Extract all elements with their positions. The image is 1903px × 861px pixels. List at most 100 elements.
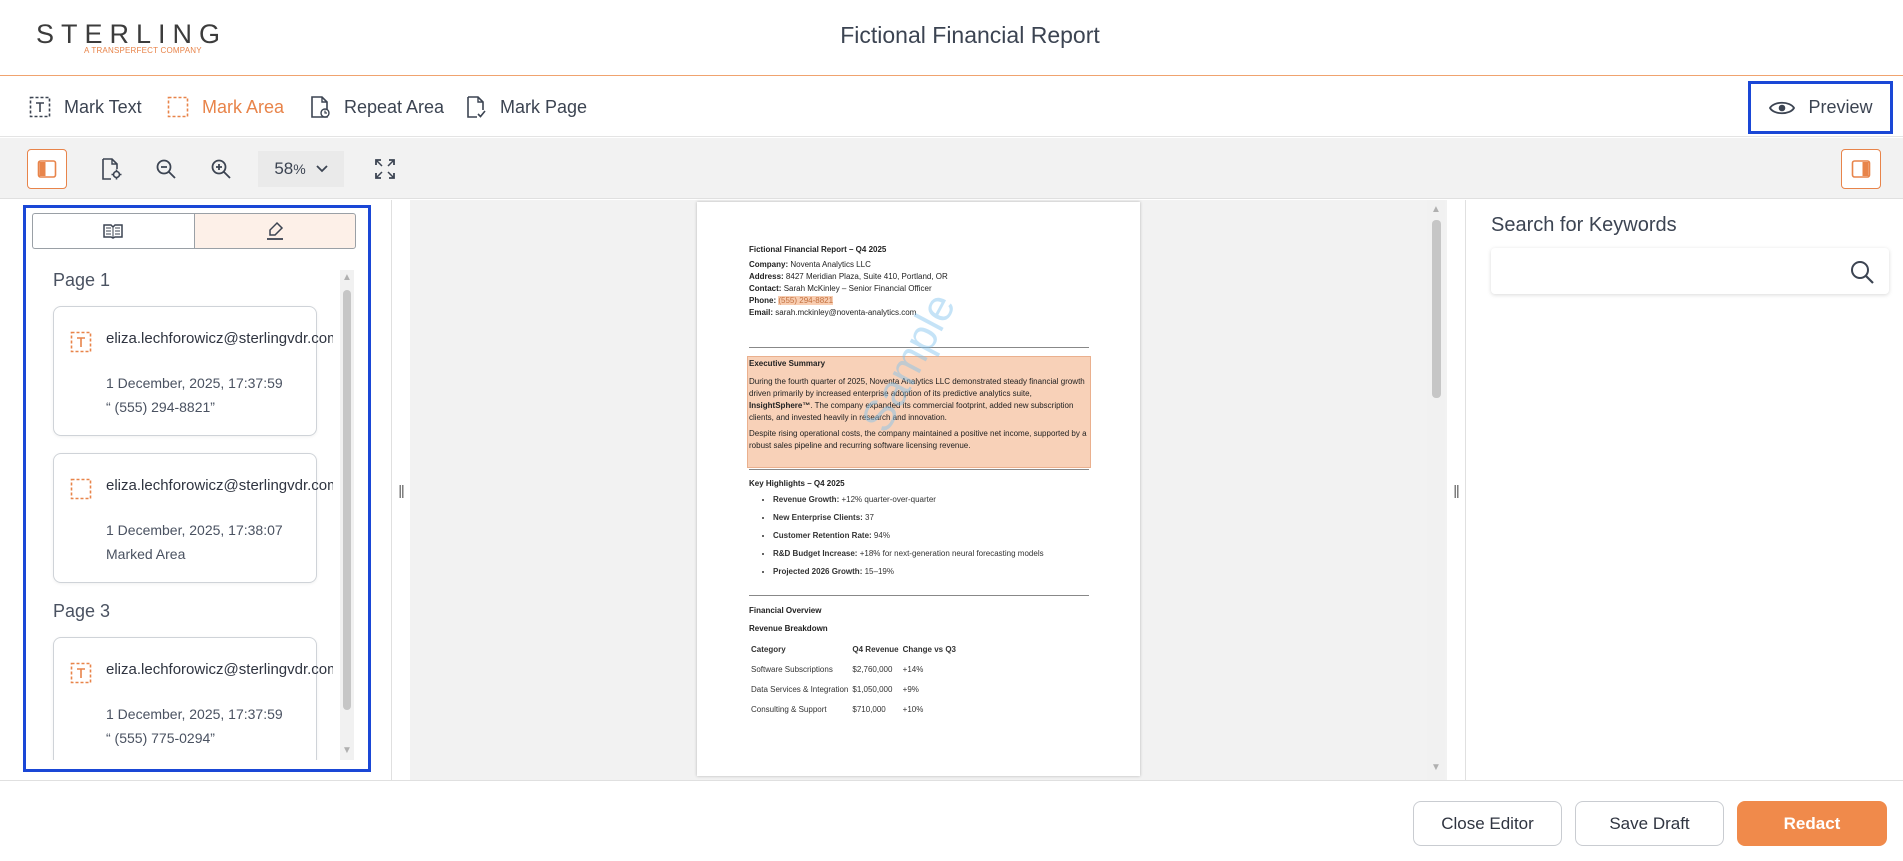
table-row: Data Services & Integration $1,050,000 +… <box>749 679 958 699</box>
annotation-scrollbar[interactable]: ▲ ▼ <box>340 270 354 760</box>
mark-text-tool[interactable]: Mark Text <box>28 94 142 120</box>
annotation-card[interactable]: eliza.lechforowicz@sterlingvdr.com 1 Dec… <box>53 637 333 760</box>
divider <box>749 595 1089 596</box>
eye-icon <box>1768 98 1796 118</box>
document-scrollbar[interactable]: ▲ ▼ <box>1427 200 1445 780</box>
annotation-detail: Marked Area <box>106 546 186 562</box>
exec-paragraph-2: Despite rising operational costs, the co… <box>749 429 1087 450</box>
scroll-up-arrow[interactable]: ▲ <box>341 272 353 284</box>
highlights-heading: Key Highlights – Q4 2025 <box>749 479 845 488</box>
fit-screen-icon <box>375 159 395 179</box>
annotations-tab[interactable] <box>193 213 356 249</box>
annotation-timestamp: 1 December, 2025, 17:38:07 <box>106 522 283 538</box>
annotation-card[interactable]: eliza.lechforowicz@sterlingvdr.com 1 Dec… <box>53 453 333 583</box>
annotations-panel: Page 1 eliza.lechforowicz@sterlingvdr.co… <box>0 200 392 780</box>
view-toolbar: 58% <box>0 138 1903 199</box>
toggle-left-panel-button[interactable] <box>27 149 67 189</box>
document-viewer: || Fictional Financial Report – Q4 2025 … <box>392 200 1465 780</box>
redact-button[interactable]: Redact <box>1737 801 1887 846</box>
doc-company: Company: Noventa Analytics LLC <box>749 260 871 269</box>
annotation-card[interactable]: eliza.lechforowicz@sterlingvdr.com 1 Dec… <box>53 306 333 436</box>
table-row: Software Subscriptions $2,760,000 +14% <box>749 659 958 679</box>
page-heading: Page 1 <box>53 270 111 290</box>
mark-text-icon <box>70 331 92 353</box>
scroll-up-arrow[interactable]: ▲ <box>1430 204 1442 216</box>
right-panel-icon <box>1851 160 1871 178</box>
mark-area-icon <box>166 95 190 119</box>
doc-address: Address: 8427 Meridian Plaza, Suite 410,… <box>749 272 948 281</box>
table-row: Consulting & Support $710,000 +10% <box>749 699 958 719</box>
close-editor-button[interactable]: Close Editor <box>1413 801 1562 846</box>
table-header: Category <box>751 644 786 654</box>
highlight-item: Revenue Growth: +12% quarter-over-quarte… <box>773 491 1044 509</box>
left-splitter-handle[interactable]: || <box>392 200 410 780</box>
mark-area-label: Mark Area <box>202 96 285 117</box>
annotation-detail: “ (555) 775-0294” <box>106 730 215 746</box>
divider <box>749 469 1089 470</box>
rev-heading: Revenue Breakdown <box>749 624 828 633</box>
scroll-down-arrow[interactable]: ▼ <box>341 745 353 757</box>
table-cell: $1,050,000 <box>852 684 893 694</box>
zoom-out-button[interactable] <box>146 149 186 189</box>
table-header: Q4 Revenue <box>852 644 899 654</box>
highlight-item: R&D Budget Increase: +18% for next-gener… <box>773 545 1044 563</box>
zoom-out-icon <box>156 159 176 179</box>
zoom-in-button[interactable] <box>201 149 241 189</box>
mark-page-tool[interactable]: Mark Page <box>464 94 587 120</box>
save-draft-button[interactable]: Save Draft <box>1575 801 1724 846</box>
document-page[interactable]: Fictional Financial Report – Q4 2025 Com… <box>697 202 1140 776</box>
left-panel-icon <box>37 160 57 178</box>
annotation-list: Page 1 eliza.lechforowicz@sterlingvdr.co… <box>33 262 333 760</box>
document-settings-button[interactable] <box>91 149 131 189</box>
annotation-user: eliza.lechforowicz@sterlingvdr.com <box>106 330 333 347</box>
table-cell: +14% <box>902 664 924 674</box>
annotation-detail: “ (555) 294-8821” <box>106 399 215 415</box>
table-header-row: Category Q4 Revenue Change vs Q3 <box>749 639 958 659</box>
document-settings-icon <box>102 158 122 180</box>
highlight-item: New Enterprise Clients: 37 <box>773 509 1044 527</box>
chevron-down-icon <box>316 165 328 173</box>
search-icon[interactable] <box>1849 259 1875 285</box>
mark-area-tool[interactable]: Mark Area <box>166 94 284 120</box>
thumbnails-tab[interactable] <box>32 213 194 249</box>
scrollbar-thumb[interactable] <box>343 290 351 710</box>
repeat-area-icon <box>308 95 332 119</box>
highlights-list: Revenue Growth: +12% quarter-over-quarte… <box>763 491 1044 581</box>
search-title: Search for Keywords <box>1491 214 1677 236</box>
keyword-search-panel: Search for Keywords <box>1465 200 1903 780</box>
table-header: Change vs Q3 <box>902 644 956 654</box>
table-cell: Data Services & Integration <box>751 684 849 694</box>
annotation-user: eliza.lechforowicz@sterlingvdr.com <box>106 477 333 494</box>
highlighter-icon <box>266 221 283 240</box>
toggle-right-panel-button[interactable] <box>1841 149 1881 189</box>
table-cell: +10% <box>902 704 924 714</box>
keyword-search-box <box>1491 248 1889 294</box>
revenue-table: Category Q4 Revenue Change vs Q3 Softwar… <box>749 639 958 719</box>
annotation-user: eliza.lechforowicz@sterlingvdr.com <box>106 661 333 678</box>
redacted-phone[interactable]: (555) 294-8821 <box>778 296 834 305</box>
zoom-value: 58% <box>274 159 306 178</box>
mark-text-label: Mark Text <box>64 96 142 117</box>
preview-button[interactable]: Preview <box>1748 81 1893 134</box>
panel-view-switch <box>32 213 356 249</box>
highlight-item: Projected 2026 Growth: 15–19% <box>773 563 1044 581</box>
fin-heading: Financial Overview <box>749 606 822 615</box>
mark-page-icon <box>464 95 488 119</box>
preview-label: Preview <box>1808 97 1873 117</box>
annotation-timestamp: 1 December, 2025, 17:37:59 <box>106 375 283 391</box>
right-splitter-handle[interactable]: || <box>1447 200 1465 780</box>
mark-text-icon <box>70 662 92 684</box>
mark-text-icon <box>28 95 52 119</box>
document-title: Fictional Financial Report <box>840 22 1100 48</box>
repeat-area-tool[interactable]: Repeat Area <box>308 94 444 120</box>
highlight-item: Customer Retention Rate: 94% <box>773 527 1044 545</box>
repeat-area-label: Repeat Area <box>344 96 445 117</box>
table-cell: Consulting & Support <box>751 704 827 714</box>
annotation-timestamp: 1 December, 2025, 17:37:59 <box>106 706 283 722</box>
zoom-select[interactable]: 58% <box>258 151 344 187</box>
fit-to-screen-button[interactable] <box>365 149 405 189</box>
scroll-down-arrow[interactable]: ▼ <box>1430 762 1442 774</box>
keyword-search-input[interactable] <box>1503 258 1833 284</box>
scrollbar-thumb[interactable] <box>1432 220 1441 398</box>
table-cell: $2,760,000 <box>852 664 893 674</box>
